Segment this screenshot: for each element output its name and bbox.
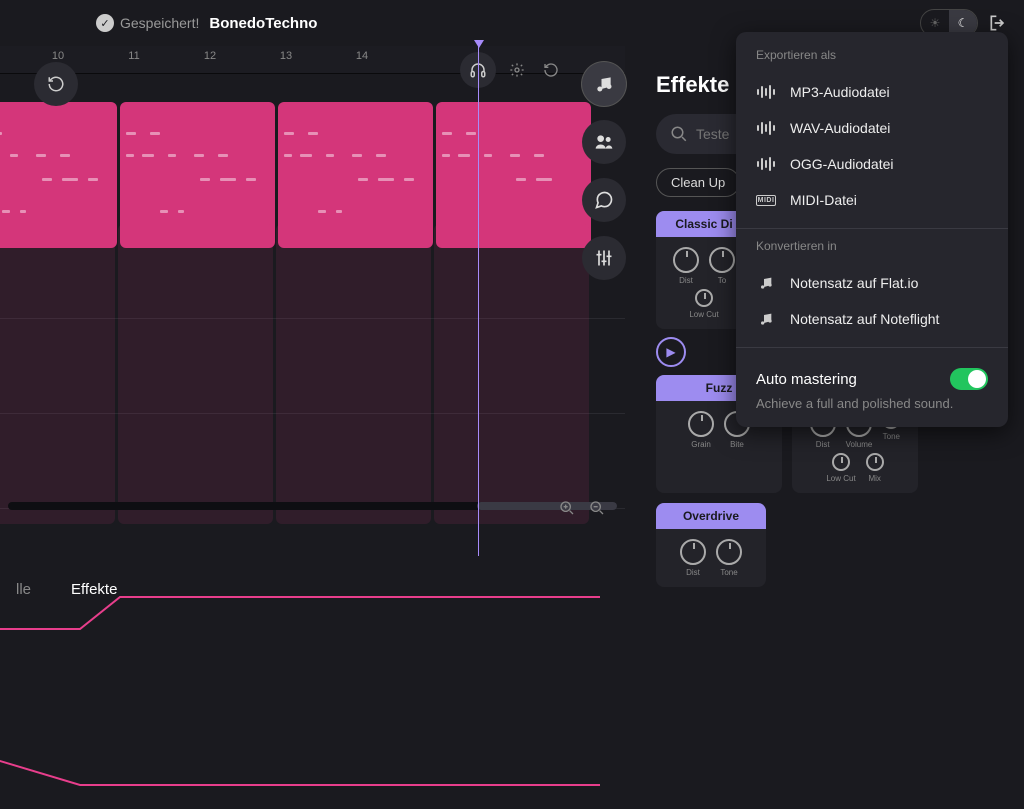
project-title: BonedoTechno <box>209 15 317 32</box>
fx-card-overdrive[interactable]: Overdrive Dist Tone <box>656 503 766 587</box>
scroll-bar[interactable] <box>8 502 617 510</box>
export-wav[interactable]: WAV-Audiodatei <box>756 110 988 146</box>
tab-lle[interactable]: lle <box>16 581 31 598</box>
auto-mastering-desc: Achieve a full and polished sound. <box>756 396 988 411</box>
waveform-icon <box>756 157 776 171</box>
zoom-out-icon[interactable] <box>585 496 609 520</box>
auto-mastering-label: Auto mastering <box>756 371 857 388</box>
auto-mastering-toggle[interactable] <box>950 368 988 390</box>
midi-icon: MIDI <box>756 195 776 206</box>
waveform-icon <box>756 85 776 99</box>
saved-label: Gespeichert! <box>120 15 199 31</box>
convert-flat[interactable]: Notensatz auf Flat.io <box>756 265 988 301</box>
loop-icon[interactable] <box>538 57 564 83</box>
waveform-icon <box>756 121 776 135</box>
convert-section-title: Konvertieren in <box>756 239 988 253</box>
convert-noteflight[interactable]: Notensatz auf Noteflight <box>756 301 988 337</box>
automation-clip[interactable] <box>434 224 589 524</box>
saved-check-icon: ✓ <box>96 14 114 32</box>
tag-cleanup[interactable]: Clean Up <box>656 168 740 197</box>
music-note-icon[interactable] <box>582 62 626 106</box>
refresh-button[interactable] <box>34 62 78 106</box>
zoom-in-icon[interactable] <box>555 496 579 520</box>
search-icon <box>670 125 688 148</box>
automation-clip[interactable] <box>0 224 115 524</box>
export-menu: Exportieren als MP3-Audiodatei WAV-Audio… <box>736 32 1008 427</box>
mixer-icon[interactable] <box>582 236 626 280</box>
export-mp3[interactable]: MP3-Audiodatei <box>756 74 988 110</box>
export-section-title: Exportieren als <box>756 48 988 62</box>
automation-curve[interactable] <box>0 509 625 809</box>
playhead[interactable] <box>478 46 479 556</box>
automation-clip[interactable] <box>118 224 273 524</box>
settings-icon[interactable] <box>504 57 530 83</box>
export-ogg[interactable]: OGG-Audiodatei <box>756 146 988 182</box>
export-midi[interactable]: MIDI MIDI-Datei <box>756 182 988 218</box>
automation-clip[interactable] <box>276 224 431 524</box>
collaborators-icon[interactable] <box>582 120 626 164</box>
music-note-icon <box>756 311 776 327</box>
music-note-icon <box>756 275 776 291</box>
tab-effekte[interactable]: Effekte <box>71 581 117 598</box>
comment-icon[interactable] <box>582 178 626 222</box>
preview-play-button[interactable]: ▶ <box>656 337 686 367</box>
exit-icon[interactable] <box>988 13 1008 33</box>
